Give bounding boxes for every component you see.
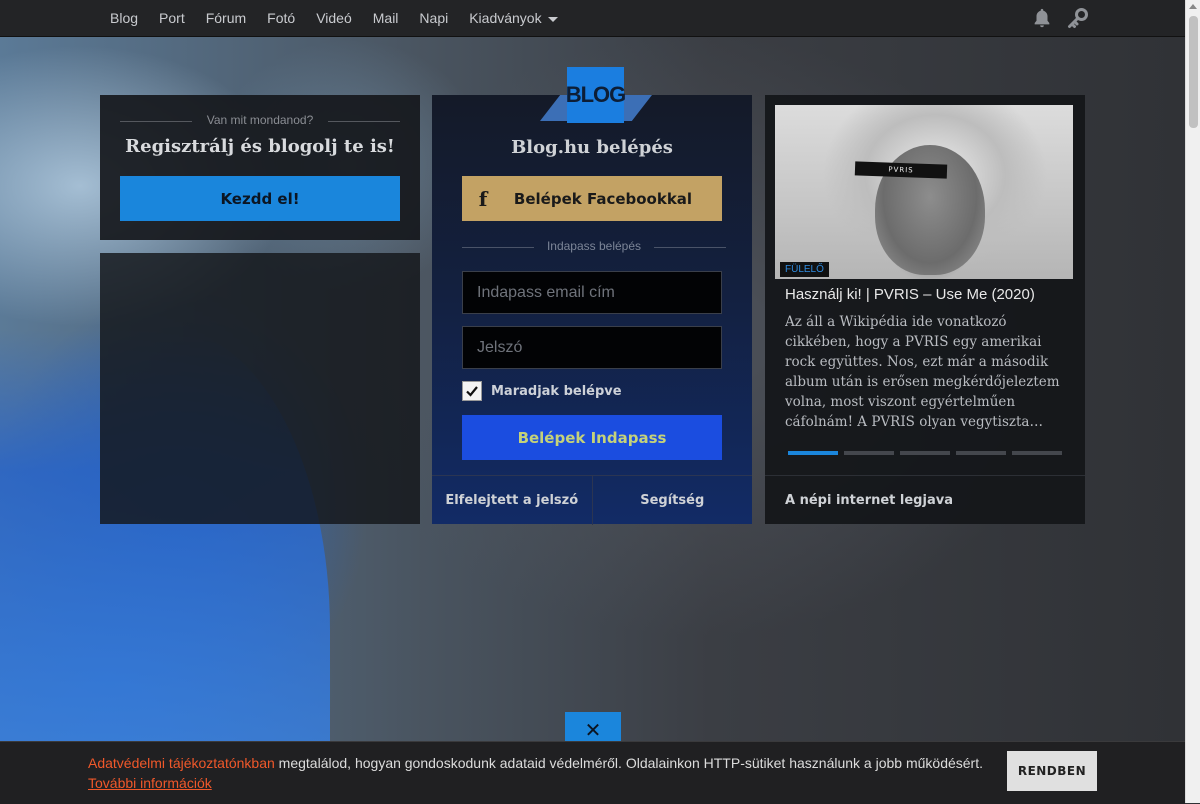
facebook-icon: f [478, 186, 488, 211]
bell-icon[interactable] [1031, 7, 1053, 29]
login-panel: Blog.hu belépés f Belépek Facebookkal In… [432, 95, 752, 525]
carousel-dot[interactable] [844, 451, 894, 455]
key-icon[interactable] [1066, 6, 1090, 30]
ad-placeholder [100, 253, 420, 524]
nav-link-port[interactable]: Port [159, 10, 185, 26]
nav-link-napi[interactable]: Napi [419, 10, 448, 26]
password-field[interactable] [462, 326, 722, 369]
chevron-down-icon [547, 16, 558, 22]
post-headline[interactable]: Használj ki! | PVRIS – Use Me (2020) [785, 286, 1075, 303]
top-navigation: Blog Port Fórum Fotó Videó Mail Napi Kia… [0, 0, 1185, 37]
remember-me-toggle[interactable]: Maradjak belépve [462, 381, 622, 401]
thumbnail-caption: PVRIS [854, 161, 948, 179]
indapass-divider: Indapass belépés [462, 239, 726, 253]
nav-link-mail[interactable]: Mail [373, 10, 399, 26]
nav-dropdown-kiadvanyok[interactable]: Kiadványok [469, 10, 558, 26]
post-thumbnail[interactable]: PVRIS [775, 105, 1073, 279]
facebook-login-label: Belépek Facebookkal [513, 189, 693, 208]
nav-link-video[interactable]: Videó [316, 10, 352, 26]
nav-links: Blog Port Fórum Fotó Videó Mail Napi Kia… [110, 0, 579, 36]
close-icon[interactable]: ✕ [565, 712, 621, 742]
indapass-login-button[interactable]: Belépek Indapass [462, 415, 722, 460]
featured-post-panel: PVRIS FÜLELŐ Használj ki! | PVRIS – Use … [765, 95, 1085, 524]
remember-label: Maradjak belépve [491, 383, 622, 399]
page-scrollbar[interactable] [1185, 0, 1200, 803]
facebook-login-button[interactable]: f Belépek Facebookkal [462, 176, 722, 221]
carousel-dot[interactable] [788, 451, 838, 455]
news-footer-tagline[interactable]: A népi internet legjava [765, 475, 1085, 524]
accept-cookies-button[interactable]: RENDBEN [1007, 751, 1097, 791]
register-panel: Van mit mondanod? Regisztrálj és blogolj… [100, 95, 420, 240]
forgot-password-link[interactable]: Elfelejtett a jelszó [432, 476, 593, 525]
cookie-consent-bar: Adatvédelmi tájékoztatónkban megtalálod,… [0, 741, 1185, 804]
cookie-message: megtalálod, hogyan gondoskodunk adataid … [274, 755, 983, 771]
category-badge[interactable]: FÜLELŐ [780, 262, 829, 277]
carousel-indicators [788, 451, 1068, 455]
nav-link-forum[interactable]: Fórum [206, 10, 246, 26]
login-title: Blog.hu belépés [511, 137, 673, 158]
email-field[interactable] [462, 271, 722, 314]
carousel-dot[interactable] [956, 451, 1006, 455]
logo-text: BLOG [566, 67, 626, 123]
register-kicker: Van mit mondanod? [120, 113, 400, 127]
more-info-link[interactable]: További információk [88, 775, 212, 791]
help-link[interactable]: Segítség [593, 476, 753, 525]
cookie-text: Adatvédelmi tájékoztatónkban megtalálod,… [88, 753, 988, 793]
carousel-dot[interactable] [1012, 451, 1062, 455]
nav-link-blog[interactable]: Blog [110, 10, 138, 26]
remember-checkbox[interactable] [462, 381, 482, 401]
nav-dropdown-label: Kiadványok [469, 10, 542, 26]
post-excerpt: Az áll a Wikipédia ide vonatkozó cikkébe… [785, 314, 1060, 430]
register-headline: Regisztrálj és blogolj te is! [125, 136, 395, 157]
blog-logo[interactable]: BLOG [540, 67, 652, 123]
nav-link-foto[interactable]: Fotó [267, 10, 295, 26]
scroll-up-arrow[interactable] [1189, 4, 1197, 9]
carousel-dot[interactable] [900, 451, 950, 455]
login-footer: Elfelejtett a jelszó Segítség [432, 475, 752, 525]
scrollbar-thumb[interactable] [1189, 16, 1198, 128]
start-button[interactable]: Kezdd el! [120, 176, 400, 221]
checkmark-icon [466, 386, 478, 397]
privacy-policy-link[interactable]: Adatvédelmi tájékoztatónkban [88, 755, 275, 771]
